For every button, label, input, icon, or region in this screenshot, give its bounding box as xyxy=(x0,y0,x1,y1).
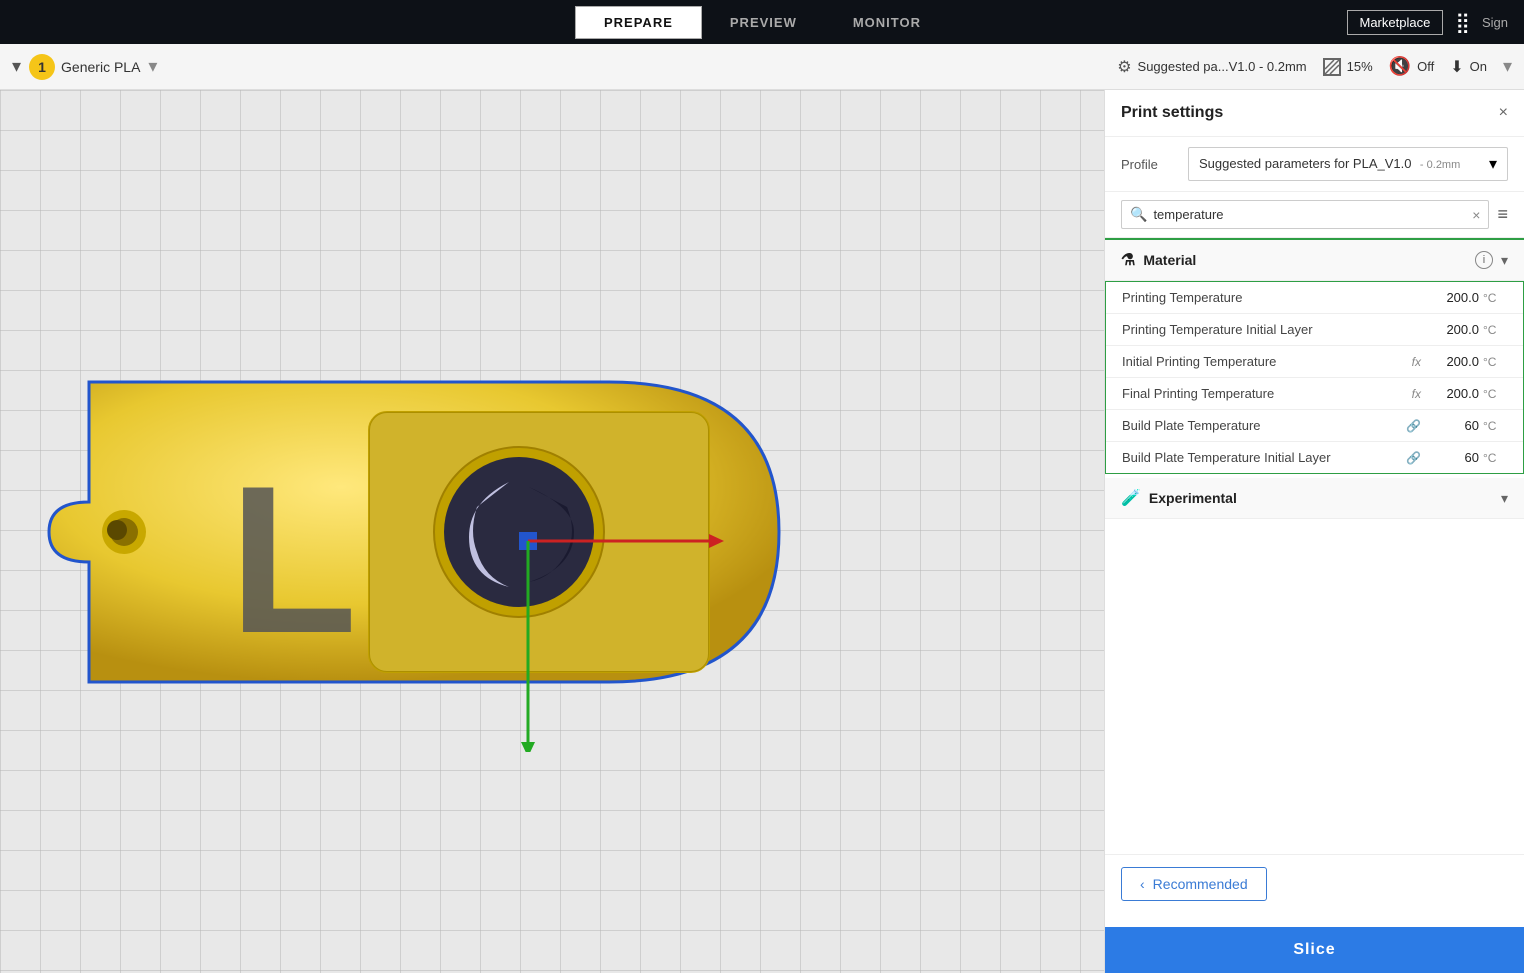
row-value-4[interactable]: 60 xyxy=(1429,418,1479,433)
row-unit-1: °C xyxy=(1483,323,1507,337)
row-label-3: Final Printing Temperature xyxy=(1122,386,1412,401)
sign-button[interactable]: Sign xyxy=(1482,15,1508,30)
profile-label: Suggested pa...V1.0 - 0.2mm xyxy=(1138,59,1307,74)
experimental-label: Experimental xyxy=(1149,490,1237,506)
material-section-header[interactable]: ⚗ Material i ▾ xyxy=(1105,238,1524,281)
recommended-label: Recommended xyxy=(1153,876,1248,892)
printer-selector[interactable]: 1 Generic PLA xyxy=(29,54,140,80)
table-row: Build Plate Temperature Initial Layer 🔗 … xyxy=(1106,442,1523,473)
row-value-2[interactable]: 200.0 xyxy=(1429,354,1479,369)
row-label-1: Printing Temperature Initial Layer xyxy=(1122,322,1429,337)
close-panel-button[interactable]: × xyxy=(1499,104,1508,122)
fx-icon-2: fx xyxy=(1412,355,1421,369)
main-area: L Print settings × xyxy=(0,90,1524,973)
print-settings-panel: Print settings × Profile Suggested param… xyxy=(1104,90,1524,973)
tab-monitor[interactable]: MONITOR xyxy=(825,6,949,39)
experimental-chevron-icon[interactable]: ▾ xyxy=(1501,490,1508,507)
search-input[interactable] xyxy=(1153,207,1466,222)
experimental-icon: 🧪 xyxy=(1121,488,1141,508)
link-icon-4: 🔗 xyxy=(1406,419,1421,433)
material-section-title: ⚗ Material xyxy=(1121,250,1196,270)
row-unit-2: °C xyxy=(1483,355,1507,369)
toolbar-right: ⚙ Suggested pa...V1.0 - 0.2mm 15% 🔇 Off … xyxy=(1117,56,1512,77)
nav-right-actions: Marketplace ⣿ Sign xyxy=(1347,10,1509,35)
toolbar-left: ▾ 1 Generic PLA ▾ xyxy=(12,54,1105,80)
profile-select-sub: - 0.2mm xyxy=(1420,159,1460,171)
chevron-down-icon[interactable]: ▾ xyxy=(12,56,21,77)
material-info-icon[interactable]: i xyxy=(1475,251,1493,269)
experimental-section-header[interactable]: 🧪 Experimental ▾ xyxy=(1105,478,1524,519)
table-row: Printing Temperature Initial Layer 200.0… xyxy=(1106,314,1523,346)
table-row: Final Printing Temperature fx 200.0 °C xyxy=(1106,378,1523,410)
settings-table: Printing Temperature 200.0 °C Printing T… xyxy=(1105,281,1524,474)
grid-icon[interactable]: ⣿ xyxy=(1455,10,1470,35)
model-svg: L xyxy=(29,312,809,752)
tab-prepare[interactable]: PREPARE xyxy=(575,6,702,39)
nav-tabs: PREPARE PREVIEW MONITOR xyxy=(575,6,949,39)
panel-header: Print settings × xyxy=(1105,90,1524,137)
support-icon: 🔇 xyxy=(1389,56,1411,77)
link-icon-5: 🔗 xyxy=(1406,451,1421,465)
row-label-5: Build Plate Temperature Initial Layer xyxy=(1122,450,1406,465)
profile-select-dropdown[interactable]: Suggested parameters for PLA_V1.0 - 0.2m… xyxy=(1188,147,1508,181)
row-unit-0: °C xyxy=(1483,291,1507,305)
profile-select-value: Suggested parameters for PLA_V1.0 xyxy=(1199,156,1411,171)
svg-text:L: L xyxy=(229,442,357,677)
material-section-actions: i ▾ xyxy=(1475,251,1508,269)
search-clear-icon[interactable]: × xyxy=(1472,207,1480,223)
infill-value: 15% xyxy=(1347,59,1373,74)
row-unit-3: °C xyxy=(1483,387,1507,401)
infill-item: 15% xyxy=(1323,58,1373,76)
panel-title: Print settings xyxy=(1121,104,1223,122)
table-row: Build Plate Temperature 🔗 60 °C xyxy=(1106,410,1523,442)
marketplace-button[interactable]: Marketplace xyxy=(1347,10,1444,35)
model-container: L xyxy=(29,312,809,752)
filter-menu-button[interactable]: ≡ xyxy=(1497,204,1508,225)
printer-name-label: Generic PLA xyxy=(61,59,140,75)
infill-icon xyxy=(1323,58,1341,76)
support-item: 🔇 Off xyxy=(1389,56,1435,77)
row-label-2: Initial Printing Temperature xyxy=(1122,354,1412,369)
chevron-left-icon: ‹ xyxy=(1140,876,1145,892)
material-label: Material xyxy=(1143,252,1196,268)
toolbar-chevron-down-icon[interactable]: ▾ xyxy=(1503,56,1512,77)
profile-chevron-icon: ▾ xyxy=(1489,154,1497,174)
search-icon: 🔍 xyxy=(1130,206,1147,223)
printer-chevron-down-icon[interactable]: ▾ xyxy=(148,56,157,77)
fx-icon-3: fx xyxy=(1412,387,1421,401)
row-value-5[interactable]: 60 xyxy=(1429,450,1479,465)
profile-field-label: Profile xyxy=(1121,157,1176,172)
slice-button[interactable]: Slice xyxy=(1105,927,1524,973)
sliders-icon: ⚙ xyxy=(1117,57,1131,77)
adhesion-icon: ⬇ xyxy=(1450,57,1463,77)
toolbar: ▾ 1 Generic PLA ▾ ⚙ Suggested pa...V1.0 … xyxy=(0,44,1524,90)
row-label-4: Build Plate Temperature xyxy=(1122,418,1406,433)
row-unit-4: °C xyxy=(1483,419,1507,433)
profile-item: ⚙ Suggested pa...V1.0 - 0.2mm xyxy=(1117,57,1306,77)
search-box: 🔍 × xyxy=(1121,200,1489,229)
row-value-3[interactable]: 200.0 xyxy=(1429,386,1479,401)
row-value-1[interactable]: 200.0 xyxy=(1429,322,1479,337)
recommended-button[interactable]: ‹ Recommended xyxy=(1121,867,1267,901)
printer-number-badge: 1 xyxy=(29,54,55,80)
row-value-0[interactable]: 200.0 xyxy=(1429,290,1479,305)
viewport[interactable]: L xyxy=(0,90,1104,973)
tab-preview[interactable]: PREVIEW xyxy=(702,6,825,39)
support-label: Off xyxy=(1417,59,1434,74)
top-navigation: PREPARE PREVIEW MONITOR Marketplace ⣿ Si… xyxy=(0,0,1524,44)
material-chevron-icon[interactable]: ▾ xyxy=(1501,252,1508,269)
adhesion-label: On xyxy=(1470,59,1487,74)
material-icon: ⚗ xyxy=(1121,250,1135,270)
adhesion-item: ⬇ On xyxy=(1450,57,1487,77)
profile-row: Profile Suggested parameters for PLA_V1.… xyxy=(1105,137,1524,192)
table-row: Printing Temperature 200.0 °C xyxy=(1106,282,1523,314)
bottom-bar: ‹ Recommended xyxy=(1105,854,1524,913)
row-unit-5: °C xyxy=(1483,451,1507,465)
table-row: Initial Printing Temperature fx 200.0 °C xyxy=(1106,346,1523,378)
search-row: 🔍 × ≡ xyxy=(1105,192,1524,238)
experimental-section-title: 🧪 Experimental xyxy=(1121,488,1237,508)
row-label-0: Printing Temperature xyxy=(1122,290,1429,305)
